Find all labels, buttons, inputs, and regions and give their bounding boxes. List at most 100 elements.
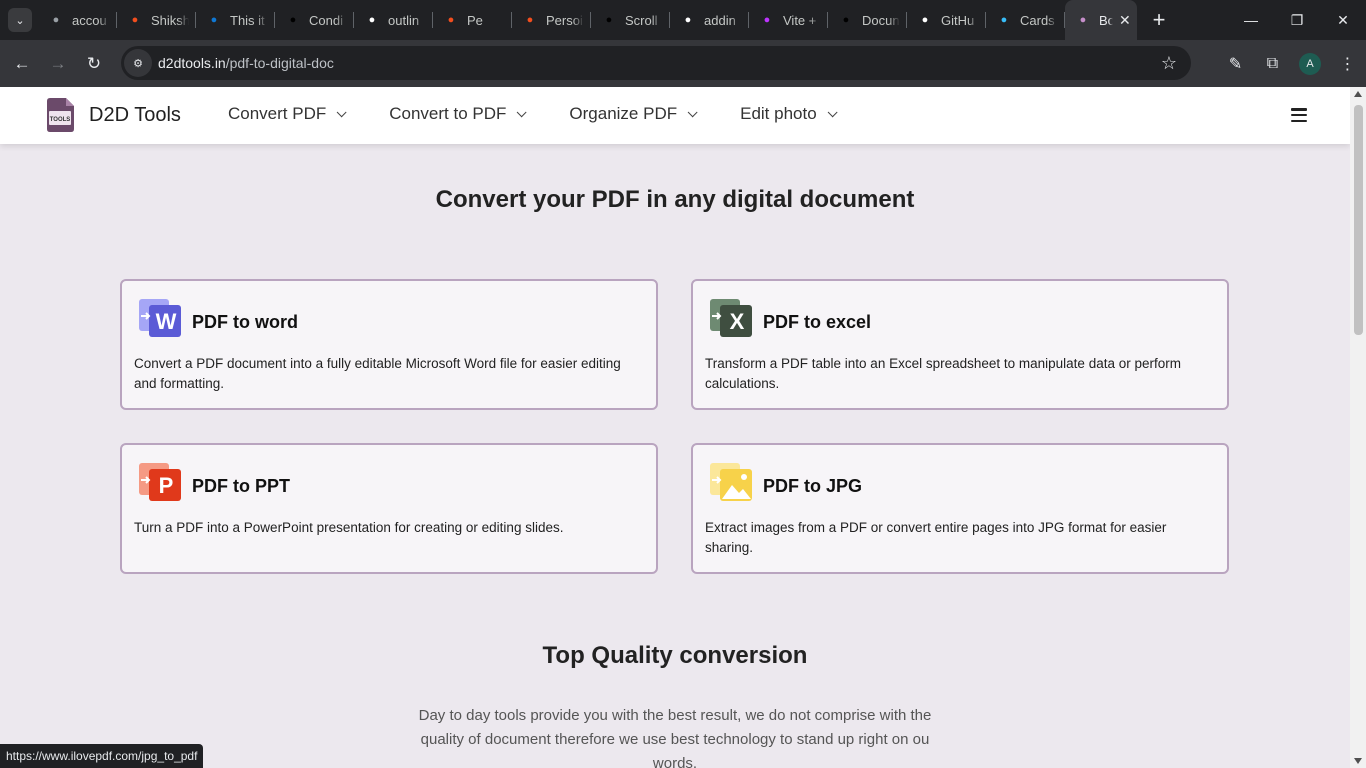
tool-card-pdf-to-ppt[interactable]: P PDF to PPT Turn a PDF into a PowerPoint … <box>120 443 658 574</box>
tool-card-pdf-to-excel[interactable]: X PDF to excel Transform a PDF table into … <box>691 279 1229 410</box>
page-title: Convert your PDF in any digital document <box>435 186 915 213</box>
brand-name[interactable]: D2D Tools <box>89 104 181 127</box>
close-tab-icon[interactable]: ✕ <box>1119 12 1131 29</box>
extensions-icon[interactable]: ⧉ <box>1254 55 1291 73</box>
browser-tab[interactable]: ● This it <box>196 0 275 40</box>
menu-item-label: Convert to PDF <box>389 104 507 123</box>
framer-icon: ● <box>605 14 613 26</box>
tailwind-icon: ● <box>1000 14 1008 26</box>
figma-icon: ● <box>526 14 534 26</box>
tab-title: This it <box>230 12 265 28</box>
main-menu: Convert PDF Convert to PDF Organize PDF Edi… <box>228 104 880 124</box>
d2d-logo-icon[interactable]: TOOLS <box>45 97 75 133</box>
svg-text:W: W <box>156 309 177 334</box>
card-title: PDF to word <box>192 312 298 332</box>
tab-title: Cards <box>1020 12 1055 28</box>
url-text: d2dtools.in/pdf-to-digital-doc <box>158 55 334 71</box>
browser-tab[interactable]: ● Bo ✕ <box>1065 0 1137 40</box>
tab-title: Shiksh <box>151 12 189 28</box>
svg-text:X: X <box>730 309 745 334</box>
excel-icon: X <box>710 299 752 337</box>
browser-tab[interactable]: ● Docun <box>828 0 907 40</box>
menu-item-convert-pdf[interactable]: Convert PDF <box>228 104 347 124</box>
tab-title: Bo <box>1099 12 1113 28</box>
ppt-icon: P <box>139 463 181 501</box>
close-window-icon[interactable]: ✕ <box>1320 0 1366 40</box>
card-title: PDF to excel <box>763 312 872 332</box>
github-icon: ● <box>368 14 376 26</box>
page-scrollbar[interactable] <box>1350 87 1366 768</box>
card-description: Convert a PDF document into a fully edit… <box>134 356 621 391</box>
tab-title: Scroll <box>625 12 658 28</box>
tab-title: Condi <box>309 12 343 28</box>
dev-icon: ● <box>289 14 297 26</box>
reload-icon[interactable]: ↻ <box>76 46 112 82</box>
browser-tab[interactable]: ● Pe <box>433 0 512 40</box>
browser-tab[interactable]: ● addin <box>670 0 749 40</box>
minimize-icon[interactable]: — <box>1228 0 1274 40</box>
google-icon: ● <box>684 14 692 26</box>
browser-tab[interactable]: ● accou <box>38 0 117 40</box>
browser-tab[interactable]: ● Cards <box>986 0 1065 40</box>
tab-title: Persoi <box>546 12 583 28</box>
onedrive-icon: ● <box>210 14 218 26</box>
site-header: TOOLS D2D Tools Convert PDF Convert to PD… <box>0 87 1350 144</box>
menu-item-convert-to-pdf[interactable]: Convert to PDF <box>389 104 527 124</box>
chevron-down-icon <box>336 106 347 117</box>
window-controls: — ❐ ✕ <box>1228 0 1366 40</box>
new-tab-button[interactable]: + <box>1145 6 1173 34</box>
github-icon: ● <box>921 14 929 26</box>
site-info-icon[interactable]: ⚙ <box>124 49 152 77</box>
tab-title: addin <box>704 12 736 28</box>
browser-tab[interactable]: ● Vite + <box>749 0 828 40</box>
tab-search-button[interactable]: ⌄ <box>8 8 32 32</box>
tab-title: accou <box>72 12 107 28</box>
toolbar-actions: ✎ ⧉ A ⋮ <box>1217 40 1366 87</box>
url-path: /pdf-to-digital-doc <box>225 55 334 71</box>
globe-icon: ● <box>52 14 60 26</box>
menu-item-organize-pdf[interactable]: Organize PDF <box>569 104 698 124</box>
more-menu-icon[interactable]: ⋮ <box>1329 54 1366 74</box>
back-arrow-icon[interactable]: ← <box>4 46 40 82</box>
browser-tab-strip: ⌄ ● accou ● Shiksh ● This it ● Condi ● outlin ● Pe ●… <box>0 0 1366 40</box>
card-title: PDF to PPT <box>192 476 290 496</box>
menu-item-label: Edit photo <box>740 104 817 123</box>
card-description: Turn a PDF into a PowerPoint presentatio… <box>134 520 564 535</box>
address-bar[interactable]: ⚙ d2dtools.in/pdf-to-digital-doc ☆ <box>121 46 1191 80</box>
scroll-down-arrow-icon[interactable] <box>1354 758 1362 764</box>
tab-list: ● accou ● Shiksh ● This it ● Condi ● outlin ● Pe ● Pe… <box>38 0 1137 40</box>
tab-title: Vite + <box>783 12 817 28</box>
section-title: Top Quality conversion <box>542 642 808 669</box>
chevron-down-icon <box>517 106 527 117</box>
browser-tab[interactable]: ● Scroll <box>591 0 670 40</box>
eyedropper-icon[interactable]: ✎ <box>1217 54 1254 74</box>
tool-card-pdf-to-jpg[interactable]: PDF to JPG Extract images from a PDF or c… <box>691 443 1229 574</box>
menu-item-label: Organize PDF <box>569 104 678 123</box>
browser-tab[interactable]: ● GitHu <box>907 0 986 40</box>
section-body: Day to day tools provide you with the be… <box>418 707 932 768</box>
figma-icon: ● <box>131 14 139 26</box>
tab-title: outlin <box>388 12 420 28</box>
figma-icon: ● <box>447 14 455 26</box>
browser-toolbar: ← → ↻ ⚙ d2dtools.in/pdf-to-digital-doc ☆… <box>0 40 1366 87</box>
tab-title: Docun <box>862 12 900 28</box>
browser-tab[interactable]: ● Persoi <box>512 0 591 40</box>
scroll-up-arrow-icon[interactable] <box>1354 91 1362 97</box>
profile-avatar[interactable]: A <box>1299 52 1321 75</box>
scroll-thumb[interactable] <box>1354 105 1363 335</box>
browser-tab[interactable]: ● outlin <box>354 0 433 40</box>
url-host: d2dtools.in <box>158 55 226 71</box>
page-viewport: TOOLS D2D Tools Convert PDF Convert to PD… <box>0 87 1366 768</box>
svg-text:TOOLS: TOOLS <box>50 117 71 123</box>
browser-tab[interactable]: ● Shiksh <box>117 0 196 40</box>
restore-icon[interactable]: ❐ <box>1274 0 1320 40</box>
hamburger-menu-icon[interactable] <box>1291 108 1307 122</box>
card-description: Extract images from a PDF or convert ent… <box>705 520 1167 555</box>
card-title: PDF to JPG <box>763 476 863 496</box>
bookmark-star-icon[interactable]: ☆ <box>1161 53 1177 74</box>
forward-arrow-icon[interactable]: → <box>40 46 76 82</box>
tool-card-pdf-to-word[interactable]: W PDF to word Convert a PDF document into … <box>120 279 658 410</box>
menu-item-edit-photo[interactable]: Edit photo <box>740 104 838 124</box>
framer-icon: ● <box>842 14 850 26</box>
browser-tab[interactable]: ● Condi <box>275 0 354 40</box>
